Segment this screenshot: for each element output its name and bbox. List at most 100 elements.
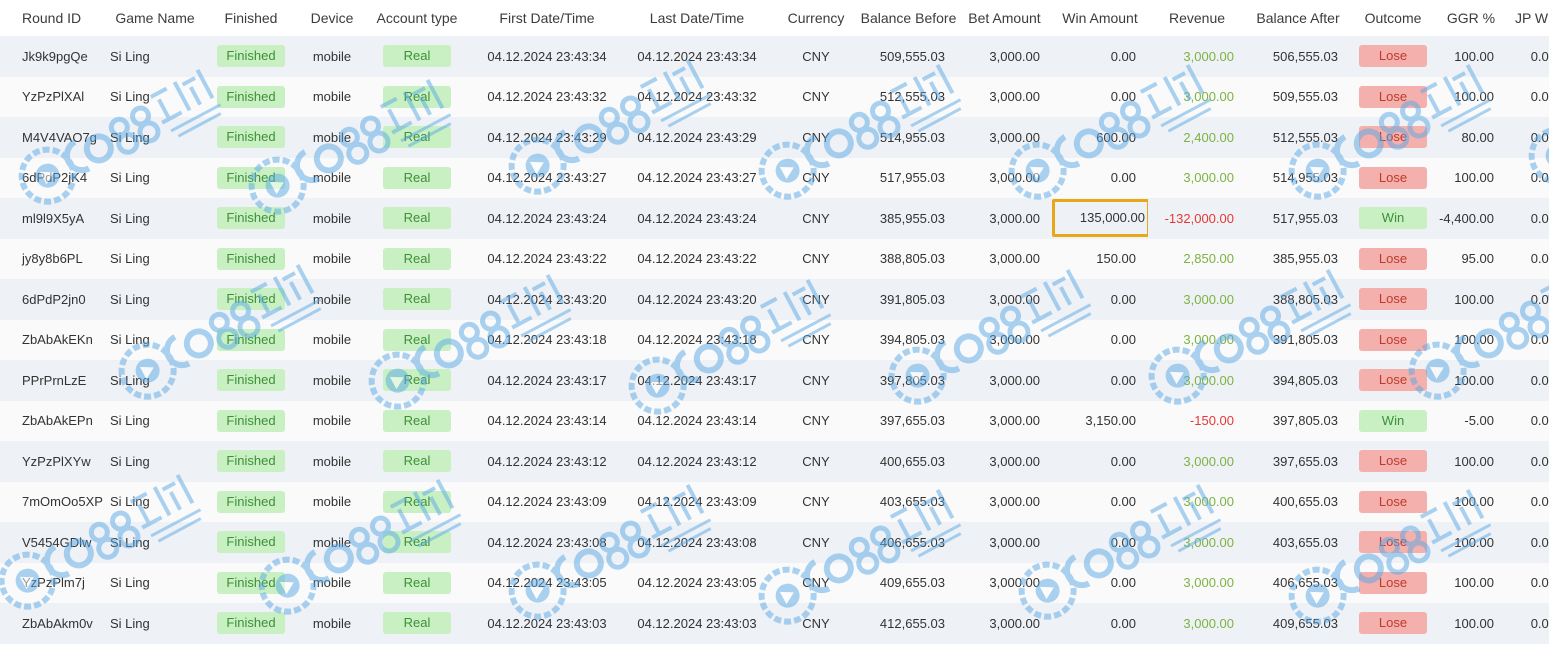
jp-win: 0.00 (1530, 89, 1549, 105)
currency: CNY (802, 170, 830, 186)
round-id[interactable]: YzPzPlm7j (0, 563, 110, 604)
last-date-time: 04.12.2024 23:43:22 (637, 251, 757, 267)
round-id[interactable]: YzPzPlXYw (0, 441, 110, 482)
win-amount: 0.00 (1110, 372, 1136, 388)
column-header-finished[interactable]: Finished (200, 0, 302, 36)
round-id[interactable]: ml9l9X5yA (0, 198, 110, 239)
account-type-badge: Real (383, 166, 451, 189)
round-id[interactable]: 6dPdP2jn0 (0, 279, 110, 320)
column-header-balance-after[interactable]: Balance After (1246, 0, 1350, 36)
round-id[interactable]: 6dPdP2jK4 (0, 158, 110, 199)
column-header-device[interactable]: Device (302, 0, 362, 36)
win-amount: 150.00 (1096, 251, 1136, 267)
round-id[interactable]: Jk9k9pgQe (0, 36, 110, 77)
device: mobile (312, 89, 352, 105)
column-header-jp-win[interactable]: JP Win (1506, 0, 1549, 36)
last-date-time: 04.12.2024 23:43:34 (637, 48, 757, 64)
table-row[interactable]: 6dPdP2jK4 Si Ling Finished mobile Real 0… (0, 157, 1549, 199)
last-date-time: 04.12.2024 23:43:08 (637, 534, 757, 550)
column-header-currency[interactable]: Currency (772, 0, 860, 36)
column-header-balance-before[interactable]: Balance Before (860, 0, 957, 36)
balance-before: 394,805.03 (879, 332, 945, 348)
account-type-badge: Real (383, 409, 451, 432)
table-row[interactable]: ZbAbAkEKn Si Ling Finished mobile Real 0… (0, 319, 1549, 361)
table-row[interactable]: Jk9k9pgQe Si Ling Finished mobile Real 0… (0, 36, 1549, 77)
finished-badge: Finished (217, 369, 285, 392)
account-type-badge: Real (383, 207, 451, 230)
win-amount: 0.00 (1110, 332, 1136, 348)
game-name: Si Ling (110, 413, 150, 429)
currency: CNY (802, 129, 830, 145)
table-row[interactable]: YzPzPlm7j Si Ling Finished mobile Real 0… (0, 562, 1549, 604)
bet-amount: 3,000.00 (989, 291, 1040, 307)
table-row[interactable]: 6dPdP2jn0 Si Ling Finished mobile Real 0… (0, 279, 1549, 320)
column-header-bet-amount[interactable]: Bet Amount (957, 0, 1052, 36)
ggr-percent: 80.00 (1461, 129, 1494, 145)
table-row[interactable]: jy8y8b6PL Si Ling Finished mobile Real 0… (0, 238, 1549, 280)
column-header-first-date-time[interactable]: First Date/Time (472, 0, 622, 36)
bet-amount: 3,000.00 (989, 372, 1040, 388)
round-id[interactable]: ZbAbAkEKn (0, 320, 110, 361)
first-date-time: 04.12.2024 23:43:14 (487, 413, 607, 429)
jp-win: 0.00 (1530, 129, 1549, 145)
table-row[interactable]: ZbAbAkEPn Si Ling Finished mobile Real 0… (0, 400, 1549, 442)
first-date-time: 04.12.2024 23:43:05 (487, 575, 607, 591)
device: mobile (312, 48, 352, 64)
game-name: Si Ling (110, 332, 150, 348)
round-id[interactable]: 7mOmOo5XP (0, 482, 110, 523)
round-id[interactable]: ZbAbAkm0v (0, 603, 110, 644)
balance-after: 512,555.03 (1272, 129, 1338, 145)
game-name: Si Ling (110, 129, 150, 145)
round-id[interactable]: jy8y8b6PL (0, 239, 110, 280)
round-id[interactable]: YzPzPlXAl (0, 77, 110, 118)
column-header-outcome[interactable]: Outcome (1350, 0, 1436, 36)
device: mobile (312, 129, 352, 145)
table-row[interactable]: ml9l9X5yA Si Ling Finished mobile Real 0… (0, 198, 1549, 239)
ggr-percent: 100.00 (1454, 332, 1494, 348)
column-header-revenue[interactable]: Revenue (1148, 0, 1246, 36)
first-date-time: 04.12.2024 23:43:24 (487, 210, 607, 226)
column-header-last-date-time[interactable]: Last Date/Time (622, 0, 772, 36)
game-name: Si Ling (110, 494, 150, 510)
round-id[interactable]: V5454GDlw (0, 522, 110, 563)
bet-amount: 3,000.00 (989, 89, 1040, 105)
table-row[interactable]: 7mOmOo5XP Si Ling Finished mobile Real 0… (0, 481, 1549, 523)
finished-badge: Finished (217, 166, 285, 189)
table-row[interactable]: YzPzPlXAl Si Ling Finished mobile Real 0… (0, 76, 1549, 118)
table-row[interactable]: PPrPrnLzE Si Ling Finished mobile Real 0… (0, 360, 1549, 401)
column-header-account-type[interactable]: Account type (362, 0, 472, 36)
round-id[interactable]: ZbAbAkEPn (0, 401, 110, 442)
column-header-game-name[interactable]: Game Name (110, 0, 200, 36)
balance-after: 406,655.03 (1272, 575, 1338, 591)
highlighted-win-amount: 135,000.00 (1052, 199, 1148, 238)
balance-after: 394,805.03 (1272, 372, 1338, 388)
finished-badge: Finished (217, 531, 285, 554)
jp-win: 0.00 (1530, 615, 1549, 631)
balance-before: 385,955.03 (879, 210, 945, 226)
game-name: Si Ling (110, 372, 150, 388)
account-type-badge: Real (383, 531, 451, 554)
outcome-badge: Lose (1359, 328, 1427, 351)
balance-after: 391,805.03 (1272, 332, 1338, 348)
column-header-ggr[interactable]: GGR % (1436, 0, 1506, 36)
table-row[interactable]: M4V4VAO7g Si Ling Finished mobile Real 0… (0, 117, 1549, 158)
round-id[interactable]: M4V4VAO7g (0, 117, 110, 158)
device: mobile (312, 332, 352, 348)
table-row[interactable]: YzPzPlXYw Si Ling Finished mobile Real 0… (0, 441, 1549, 482)
column-header-round-id[interactable]: Round ID (0, 0, 110, 36)
account-type-badge: Real (383, 328, 451, 351)
finished-badge: Finished (217, 288, 285, 311)
win-amount: 0.00 (1110, 494, 1136, 510)
last-date-time: 04.12.2024 23:43:05 (637, 575, 757, 591)
round-id[interactable]: PPrPrnLzE (0, 360, 110, 401)
game-name: Si Ling (110, 615, 150, 631)
column-header-win-amount[interactable]: Win Amount (1052, 0, 1148, 36)
table-row[interactable]: ZbAbAkm0v Si Ling Finished mobile Real 0… (0, 603, 1549, 644)
table-row[interactable]: V5454GDlw Si Ling Finished mobile Real 0… (0, 522, 1549, 563)
bet-amount: 3,000.00 (989, 575, 1040, 591)
currency: CNY (802, 48, 830, 64)
balance-after: 388,805.03 (1272, 291, 1338, 307)
last-date-time: 04.12.2024 23:43:17 (637, 372, 757, 388)
bet-amount: 3,000.00 (989, 615, 1040, 631)
currency: CNY (802, 575, 830, 591)
